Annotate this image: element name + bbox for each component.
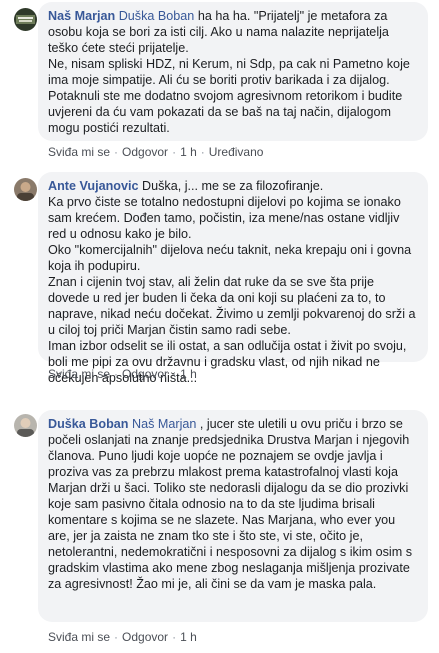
comment-author[interactable]: Ante Vujanovic: [48, 179, 139, 193]
comment-mention[interactable]: Naš Marjan: [132, 417, 196, 431]
separator-dot: ·: [114, 630, 119, 644]
separator-dot: ·: [114, 367, 119, 381]
like-link[interactable]: Sviđa mi se: [48, 367, 110, 381]
avatar[interactable]: [14, 414, 37, 437]
like-link[interactable]: Sviđa mi se: [48, 145, 110, 159]
comment-thread: Naš Marjan Duška Boban ha ha ha. "Prijat…: [0, 0, 439, 653]
comment-bubble: Naš Marjan Duška Boban ha ha ha. "Prijat…: [38, 2, 428, 141]
timestamp[interactable]: 1 h: [180, 630, 197, 644]
reply-link[interactable]: Odgovor: [122, 145, 168, 159]
comment-text: ha ha ha. "Prijatelj" je metafora za oso…: [48, 9, 410, 135]
timestamp[interactable]: 1 h: [180, 367, 197, 381]
comment-mention[interactable]: Duška Boban: [119, 9, 195, 23]
comment-text: Duška, j... me se za filozofiranje. Ka p…: [48, 179, 416, 385]
reply-link[interactable]: Odgovor: [122, 367, 168, 381]
comment-bubble: Ante Vujanovic Duška, j... me se za filo…: [38, 172, 428, 385]
avatar[interactable]: [14, 8, 37, 31]
separator-dot: ·: [172, 630, 177, 644]
separator-dot: ·: [172, 145, 177, 159]
like-link[interactable]: Sviđa mi se: [48, 630, 110, 644]
separator-dot: ·: [114, 145, 119, 159]
timestamp[interactable]: 1 h: [180, 145, 197, 159]
comment-actions: Sviđa mi se · Odgovor · 1 h · Uređivano: [48, 145, 263, 159]
comment-actions: Sviđa mi se · Odgovor · 1 h: [48, 630, 197, 644]
separator-dot: ·: [172, 367, 177, 381]
edited-label[interactable]: Uređivano: [209, 145, 264, 159]
separator-dot: ·: [200, 145, 205, 159]
comment-author[interactable]: Naš Marjan: [48, 9, 115, 23]
reply-link[interactable]: Odgovor: [122, 630, 168, 644]
comment-text: , jucer ste uletili u ovu priču i brzo s…: [48, 417, 416, 591]
comment-bubble: Duška Boban Naš Marjan , jucer ste uleti…: [38, 410, 428, 622]
avatar[interactable]: [14, 178, 37, 201]
comment-author[interactable]: Duška Boban: [48, 417, 128, 431]
comment-actions: Sviđa mi se · Odgovor · 1 h: [48, 367, 197, 381]
